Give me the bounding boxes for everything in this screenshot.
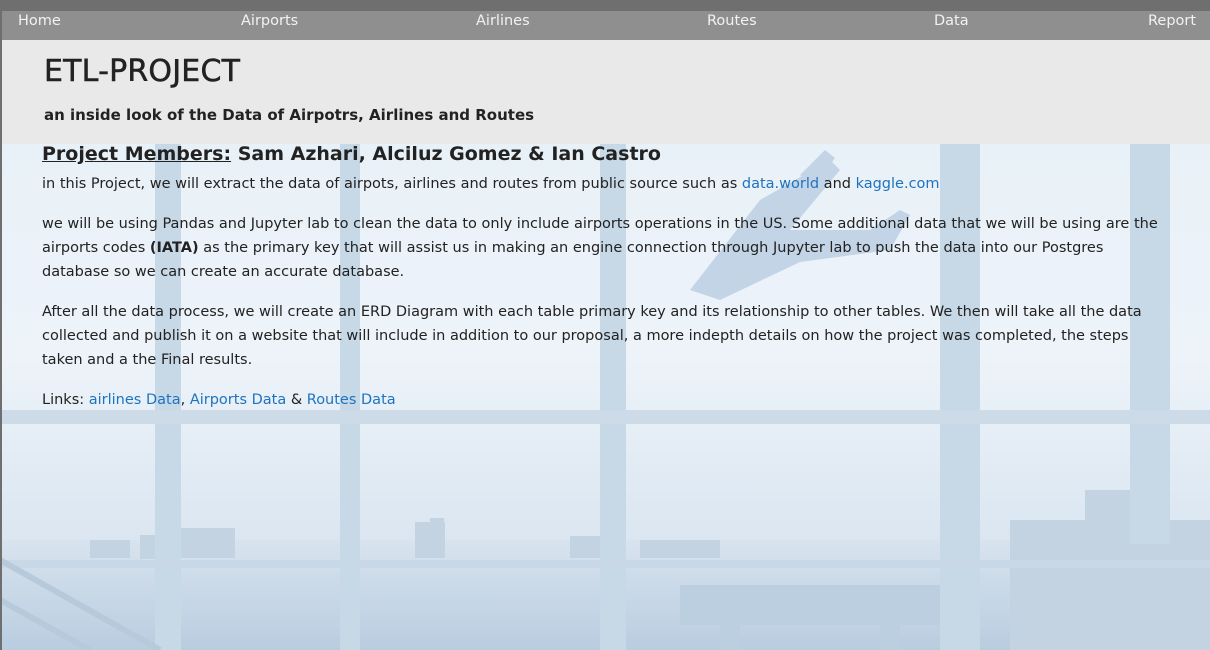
links-amp: & [286, 392, 307, 408]
intro-text: in this Project, we will extract the dat… [42, 176, 742, 192]
members-names: Sam Azhari, Alciluz Gomez & Ian Castro [231, 143, 661, 165]
intro-and: and [819, 176, 856, 192]
kaggle-link[interactable]: kaggle.com [856, 176, 940, 192]
window-left-frame [0, 144, 2, 650]
nav-data-link[interactable]: Data [934, 11, 969, 40]
nav-report-link[interactable]: Report [1148, 11, 1196, 40]
iata-bold: (IATA) [149, 240, 199, 256]
links-paragraph: Links: airlines Data, Airports Data & Ro… [42, 388, 396, 412]
airports-data-link[interactable]: Airports Data [190, 392, 286, 408]
erd-paragraph: After all the data process, we will crea… [42, 304, 1142, 368]
header-banner: ETL-PROJECT an inside look of the Data o… [0, 40, 1210, 144]
data-world-link[interactable]: data.world [742, 176, 819, 192]
intro-paragraph: in this Project, we will extract the dat… [42, 172, 940, 196]
window-top-frame [0, 0, 1210, 11]
page-subtitle: an inside look of the Data of Airpotrs, … [44, 106, 535, 124]
main-content: Project Members: Sam Azhari, Alciluz Gom… [42, 142, 1172, 408]
cleaning-text-after: as the primary key that will assist us i… [42, 240, 1104, 280]
nav-airports-link[interactable]: Airports [241, 11, 298, 40]
nav-airlines-link[interactable]: Airlines [476, 11, 530, 40]
page-title: ETL-PROJECT [44, 54, 241, 90]
nav-home-link[interactable]: Home [18, 11, 61, 40]
routes-data-link[interactable]: Routes Data [307, 392, 396, 408]
nav-routes-link[interactable]: Routes [707, 11, 757, 40]
links-label: Links: [42, 392, 89, 408]
airlines-data-link[interactable]: airlines Data [89, 392, 181, 408]
cleaning-paragraph: we will be using Pandas and Jupyter lab … [42, 212, 1172, 284]
project-members: Project Members: Sam Azhari, Alciluz Gom… [42, 142, 1172, 170]
links-comma: , [180, 392, 190, 408]
navbar: Home Airports Airlines Routes Data Repor… [0, 11, 1210, 40]
members-label: Project Members: [42, 143, 232, 165]
